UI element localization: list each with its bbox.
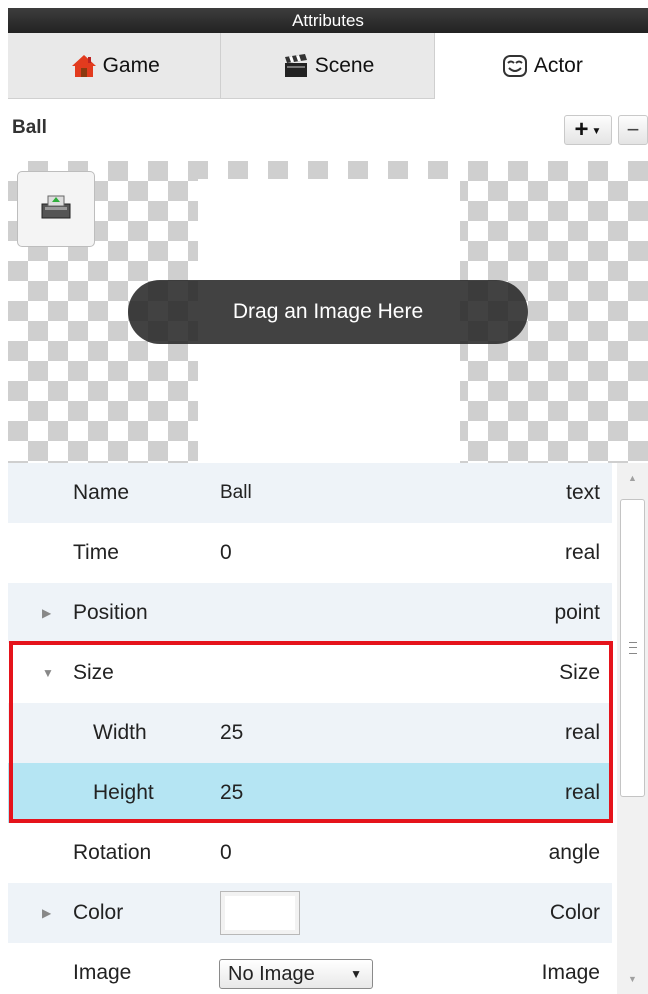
- house-icon: [69, 51, 99, 81]
- chevron-down-icon: ▼: [350, 967, 362, 981]
- attribute-label: Width: [93, 721, 147, 744]
- attribute-type: point: [554, 601, 600, 624]
- attribute-list: Name Ball text Time 0 real ▶ Position po…: [8, 463, 612, 994]
- attribute-row-position[interactable]: ▶ Position point: [8, 583, 612, 643]
- scroll-down-arrow-icon[interactable]: ▼: [617, 964, 648, 994]
- attribute-row-color[interactable]: ▶ Color Color: [8, 883, 612, 943]
- scrollbar-thumb[interactable]: [620, 499, 645, 797]
- add-attribute-button[interactable]: + ▼: [564, 115, 612, 145]
- attribute-row-rotation[interactable]: Rotation 0 angle: [8, 823, 612, 883]
- attribute-value[interactable]: 25: [220, 781, 243, 805]
- expand-triangle-icon[interactable]: ▶: [42, 906, 51, 920]
- scroll-up-arrow-icon[interactable]: ▲: [617, 463, 648, 493]
- attribute-type: Size: [559, 661, 600, 684]
- image-select-value: No Image: [228, 962, 315, 985]
- tab-label: Scene: [314, 54, 375, 77]
- tab-label: Game: [102, 54, 160, 77]
- open-image-icon: [39, 192, 73, 227]
- grip-icon: [629, 642, 637, 654]
- tab-game[interactable]: Game: [8, 33, 222, 99]
- plus-icon: +: [574, 116, 589, 143]
- attribute-row-name[interactable]: Name Ball text: [8, 463, 612, 523]
- attribute-label: Position: [73, 601, 148, 624]
- minus-icon: −: [626, 117, 640, 142]
- attribute-type: real: [564, 541, 600, 564]
- image-drop-area[interactable]: Drag an Image Here: [8, 161, 648, 463]
- attribute-label: Size: [73, 661, 114, 684]
- panel-title-bar: Attributes: [8, 8, 648, 33]
- attribute-label: Image: [73, 961, 132, 984]
- tab-label: Actor: [533, 54, 583, 77]
- attribute-row-size[interactable]: ▼ Size Size: [8, 643, 612, 703]
- chevron-down-icon: ▼: [591, 126, 602, 137]
- collapse-triangle-icon[interactable]: ▼: [42, 666, 54, 680]
- mask-icon: [500, 51, 530, 81]
- attribute-label: Time: [73, 541, 119, 564]
- attribute-value[interactable]: Ball: [220, 482, 252, 504]
- attribute-label: Color: [73, 901, 124, 924]
- attribute-value[interactable]: 0: [220, 541, 232, 565]
- actor-name: Ball: [12, 117, 47, 138]
- attribute-list-scrollbar[interactable]: ▲ ▼: [617, 463, 648, 994]
- clapperboard-icon: [281, 51, 311, 81]
- actor-header: Ball + ▼ −: [8, 99, 648, 161]
- open-image-button[interactable]: [17, 171, 95, 247]
- attribute-value[interactable]: 25: [220, 721, 243, 745]
- attribute-type: real: [564, 721, 600, 744]
- attribute-row-time[interactable]: Time 0 real: [8, 523, 612, 583]
- tab-scene[interactable]: Scene: [221, 33, 435, 99]
- attribute-type: angle: [548, 841, 600, 864]
- attribute-type: Image: [541, 961, 600, 984]
- attribute-label: Rotation: [73, 841, 152, 864]
- expand-triangle-icon[interactable]: ▶: [42, 606, 51, 620]
- drag-image-label: Drag an Image Here: [232, 300, 424, 323]
- attribute-row-width[interactable]: Width 25 real: [8, 703, 612, 763]
- panel-title: Attributes: [292, 10, 364, 30]
- attribute-type: Color: [549, 901, 600, 924]
- color-swatch[interactable]: [220, 891, 300, 935]
- tab-bar: Game Scene Actor: [8, 33, 648, 99]
- attribute-label: Height: [93, 781, 154, 804]
- attribute-value[interactable]: 0: [220, 841, 232, 865]
- drag-image-hint: Drag an Image Here: [128, 280, 528, 344]
- attribute-type: real: [564, 781, 600, 804]
- attribute-type: text: [566, 481, 600, 504]
- attribute-row-image[interactable]: Image No Image ▼ Image: [8, 943, 612, 994]
- attribute-row-height[interactable]: Height 25 real: [8, 763, 612, 823]
- tab-actor[interactable]: Actor: [434, 33, 648, 99]
- remove-attribute-button[interactable]: −: [618, 115, 648, 145]
- image-select[interactable]: No Image ▼: [219, 959, 373, 989]
- attribute-label: Name: [73, 481, 130, 504]
